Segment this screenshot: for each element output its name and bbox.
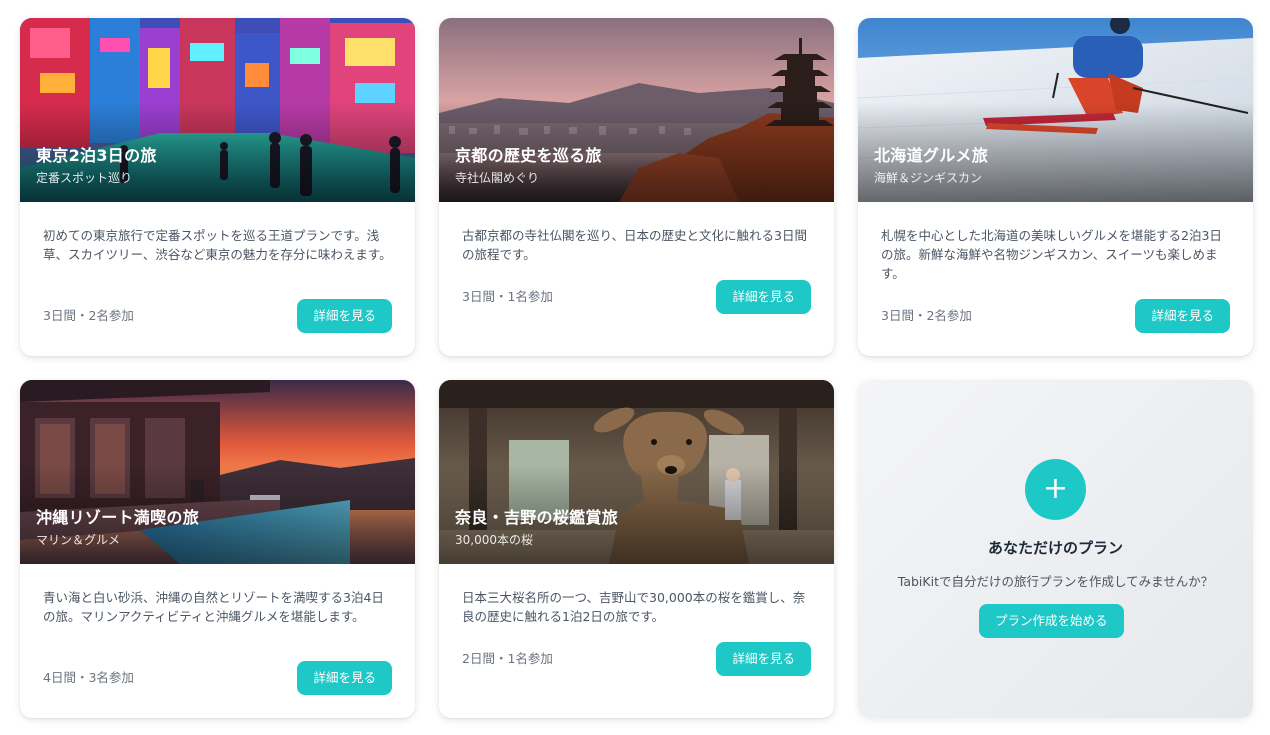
plan-title: 京都の歴史を巡る旅 [455,146,602,165]
view-details-button[interactable]: 詳細を見る [297,299,392,333]
plan-image-kyoto: 京都の歴史を巡る旅 寺社仏閣めぐり [439,18,834,202]
plan-subtitle: 寺社仏閣めぐり [455,171,540,185]
plan-meta: 3日間・1名参加 [462,289,553,304]
plan-card-hokkaido: 北海道グルメ旅 海鮮＆ジンギスカン 札幌を中心とした北海道の美味しいグルメを堪能… [858,18,1253,356]
plan-description: 札幌を中心とした北海道の美味しいグルメを堪能する2泊3日の旅。新鮮な海鮮や名物ジ… [881,228,1222,281]
start-plan-button[interactable]: プラン作成を始める [979,604,1124,638]
plan-subtitle: 海鮮＆ジンギスカン [874,171,983,185]
create-plan-title: あなただけのプラン [987,539,1123,557]
create-plan-card: + あなただけのプラン TabiKitで自分だけの旅行プランを作成してみませんか… [858,380,1253,718]
plan-description: 日本三大桜名所の一つ、吉野山で30,000本の桜を鑑賞し、奈良の歴史に触れる1泊… [462,590,806,624]
plan-card-okinawa: 沖縄リゾート満喫の旅 マリン＆グルメ 青い海と白い砂浜、沖縄の自然とリゾートを満… [20,380,415,718]
plan-title: 北海道グルメ旅 [874,146,989,165]
plan-meta: 3日間・2名参加 [43,308,134,323]
plan-image-nara: 奈良・吉野の桜鑑賞旅 30,000本の桜 [439,380,834,564]
plan-meta: 3日間・2名参加 [881,308,972,323]
plan-card-tokyo: 東京2泊3日の旅 定番スポット巡り 初めての東京旅行で定番スポットを巡る王道プラ… [20,18,415,356]
plan-body: 初めての東京旅行で定番スポットを巡る王道プランです。浅草、スカイツリー、渋谷など… [43,226,392,264]
plan-grid: 東京2泊3日の旅 定番スポット巡り 初めての東京旅行で定番スポットを巡る王道プラ… [20,18,1253,718]
plan-card-nara: 奈良・吉野の桜鑑賞旅 30,000本の桜 日本三大桜名所の一つ、吉野山で30,0… [439,380,834,718]
plan-title: 東京2泊3日の旅 [36,146,157,165]
plan-body: 古都京都の寺社仏閣を巡り、日本の歴史と文化に触れる3日間の旅程です。 [462,226,811,264]
plan-card-kyoto: 京都の歴史を巡る旅 寺社仏閣めぐり 古都京都の寺社仏閣を巡り、日本の歴史と文化に… [439,18,834,356]
create-plan-description: TabiKitで自分だけの旅行プランを作成してみませんか？ [897,574,1214,589]
plan-title: 奈良・吉野の桜鑑賞旅 [455,508,619,527]
plan-image-okinawa: 沖縄リゾート満喫の旅 マリン＆グルメ [20,380,415,564]
plan-description: 初めての東京旅行で定番スポットを巡る王道プランです。浅草、スカイツリー、渋谷など… [43,228,392,262]
plus-icon[interactable]: + [1025,459,1086,520]
view-details-button[interactable]: 詳細を見る [297,661,392,695]
plan-body: 日本三大桜名所の一つ、吉野山で30,000本の桜を鑑賞し、奈良の歴史に触れる1泊… [462,588,811,626]
plan-description: 古都京都の寺社仏閣を巡り、日本の歴史と文化に触れる3日間の旅程です。 [462,228,807,262]
view-details-button[interactable]: 詳細を見る [1135,299,1230,333]
plan-meta: 2日間・1名参加 [462,651,553,666]
plan-subtitle: 定番スポット巡り [36,171,133,185]
view-details-button[interactable]: 詳細を見る [716,642,811,676]
plan-image-hokkaido: 北海道グルメ旅 海鮮＆ジンギスカン [858,18,1253,202]
plan-body: 札幌を中心とした北海道の美味しいグルメを堪能する2泊3日の旅。新鮮な海鮮や名物ジ… [881,226,1230,283]
plan-subtitle: 30,000本の桜 [455,533,533,547]
plan-title: 沖縄リゾート満喫の旅 [36,508,200,527]
plan-meta: 4日間・3名参加 [43,670,134,685]
plan-subtitle: マリン＆グルメ [36,533,121,547]
view-details-button[interactable]: 詳細を見る [716,280,811,314]
plan-body: 青い海と白い砂浜、沖縄の自然とリゾートを満喫する3泊4日の旅。マリンアクティビテ… [43,588,392,626]
plan-description: 青い海と白い砂浜、沖縄の自然とリゾートを満喫する3泊4日の旅。マリンアクティビテ… [43,590,384,624]
plan-image-tokyo: 東京2泊3日の旅 定番スポット巡り [20,18,415,202]
